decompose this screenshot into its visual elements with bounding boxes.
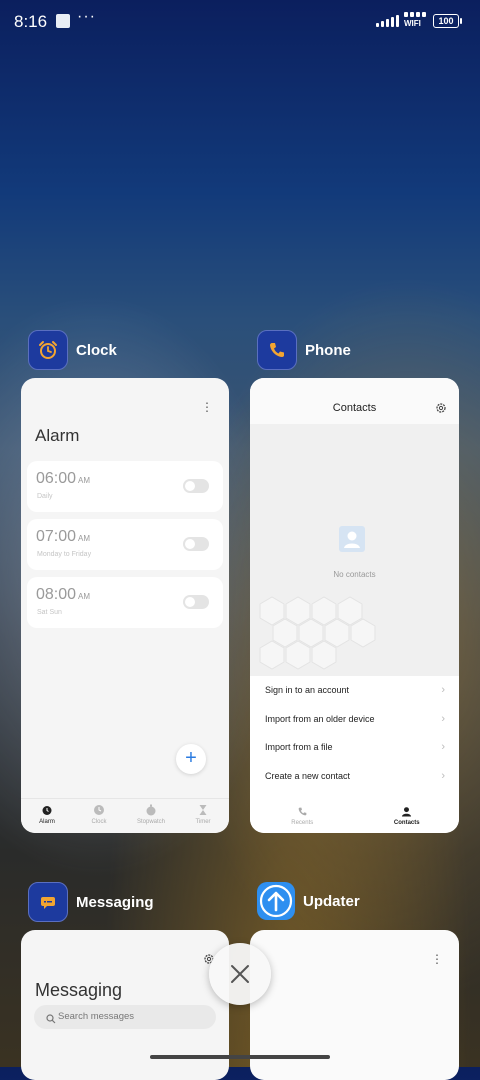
signal-icon [376, 15, 399, 27]
app-name-clock: Clock [76, 341, 117, 359]
wifi-label: WIFI [404, 19, 421, 28]
alarm-ampm: AM [78, 476, 91, 485]
tab-label: Recents [291, 820, 314, 826]
alarm-time: 08:00 [36, 586, 77, 603]
battery-icon: 100 [433, 14, 462, 28]
wifi-icon: WIFI [404, 12, 430, 32]
alarm-clock-icon [41, 804, 53, 816]
app-card-phone[interactable]: Contacts No contacts Sign in to an accou… [250, 378, 459, 833]
clock-tab-bar: Alarm Clock Stopwatch Timer [21, 798, 229, 833]
alarm-item: 08:00 AM Sat Sun [27, 577, 223, 628]
chevron-right-icon: › [441, 712, 445, 725]
phone-tab-bar: Recents Contacts [250, 799, 459, 833]
phone-icon[interactable] [257, 330, 297, 370]
clock-icon [93, 804, 105, 816]
battery-level: 100 [438, 16, 454, 26]
menu-item-label: Import from an older device [265, 713, 375, 724]
menu-item-create-contact: Create a new contact › [250, 762, 459, 791]
tab-contacts: Contacts [355, 799, 460, 833]
stopwatch-icon [145, 804, 157, 816]
tab-label: Contacts [393, 820, 420, 826]
tab-label: Timer [195, 819, 211, 825]
page-title: Messaging [35, 980, 123, 1000]
notification-square-icon [56, 14, 70, 28]
alarm-toggle [183, 595, 209, 609]
alarm-item: 07:00 AM Monday to Friday [27, 519, 223, 570]
add-alarm-button: + [176, 744, 206, 774]
alarm-repeat: Sat Sun [37, 609, 62, 616]
app-header-updater[interactable]: Updater [257, 882, 360, 920]
hexagon-pattern-icon [259, 596, 376, 670]
menu-item-label: Create a new contact [265, 770, 351, 781]
search-icon [46, 1011, 58, 1024]
menu-item-sign-in: Sign in to an account › [250, 676, 459, 705]
status-bar: 8:16 ··· WIFI 100 [0, 0, 480, 44]
alarm-ampm: AM [78, 534, 91, 543]
tab-label: Alarm [39, 819, 55, 825]
app-header-phone[interactable]: Phone [257, 330, 351, 370]
tab-alarm: Alarm [21, 799, 73, 833]
search-placeholder: Search messages [58, 1011, 135, 1022]
contacts-header [250, 378, 459, 424]
app-header-clock[interactable]: Clock [28, 330, 117, 370]
contacts-actions-list: Sign in to an account › Import from an ol… [250, 676, 459, 790]
alarm-ampm: AM [78, 592, 91, 601]
tab-stopwatch: Stopwatch [125, 799, 177, 833]
more-options-icon: ⋮ [431, 952, 443, 966]
status-time: 8:16 [14, 12, 48, 31]
tab-label: Stopwatch [136, 819, 166, 825]
tab-clock: Clock [73, 799, 125, 833]
empty-contacts-area: No contacts [250, 424, 459, 676]
alarm-repeat: Monday to Friday [37, 551, 92, 558]
home-indicator[interactable] [150, 1055, 330, 1059]
alarm-clock-icon[interactable] [28, 330, 68, 370]
alarm-time: 06:00 [36, 470, 77, 487]
chevron-right-icon: › [441, 769, 445, 782]
contact-placeholder-icon [339, 526, 365, 552]
alarm-toggle [183, 479, 209, 493]
more-options-icon: ⋮ [201, 400, 213, 414]
app-name-messaging: Messaging [76, 893, 154, 911]
menu-item-label: Sign in to an account [265, 685, 350, 695]
page-title: Alarm [35, 426, 80, 445]
alarm-time: 07:00 [36, 528, 77, 545]
chevron-right-icon: › [441, 684, 445, 696]
alarm-item: 06:00 AM Daily [27, 461, 223, 512]
search-input: Search messages [34, 1005, 216, 1029]
hourglass-icon [197, 804, 209, 816]
empty-state-text: No contacts [333, 570, 376, 579]
phone-icon [296, 805, 308, 817]
page-title: Contacts [332, 402, 377, 414]
gear-icon [435, 401, 447, 413]
menu-item-label: Import from a file [265, 742, 333, 752]
arrow-up-icon[interactable] [257, 882, 295, 920]
app-name-phone: Phone [305, 341, 351, 359]
app-header-messaging[interactable]: Messaging [28, 882, 154, 922]
person-icon [401, 805, 413, 817]
tab-recents: Recents [250, 799, 355, 833]
menu-item-import-device: Import from an older device › [250, 705, 459, 734]
menu-item-import-file: Import from a file › [250, 733, 459, 762]
tab-label: Clock [91, 819, 107, 825]
close-icon [231, 965, 249, 983]
alarm-repeat: Daily [37, 493, 53, 500]
message-bubble-icon[interactable] [28, 882, 68, 922]
more-notifications-icon: ··· [77, 8, 96, 25]
clear-all-button[interactable] [209, 943, 271, 1005]
alarm-toggle [183, 537, 209, 551]
app-name-updater: Updater [303, 892, 360, 910]
chevron-right-icon: › [441, 741, 445, 753]
app-card-clock[interactable]: ⋮ Alarm 06:00 AM Daily 07:00 AM Monday to … [21, 378, 229, 833]
tab-timer: Timer [177, 799, 229, 833]
